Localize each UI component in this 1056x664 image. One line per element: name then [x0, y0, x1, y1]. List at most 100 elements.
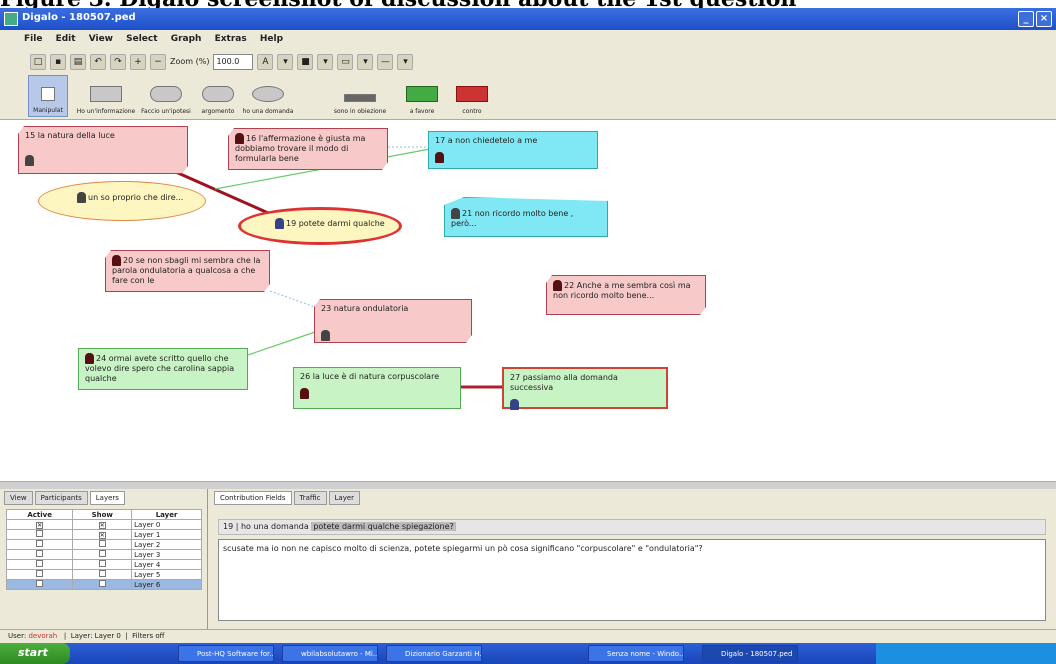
user-icon	[510, 399, 519, 410]
start-button[interactable]: start	[0, 643, 70, 664]
node-16[interactable]: 16 l'affermazione è giusta ma dobbiamo t…	[228, 128, 388, 170]
color-icon[interactable]: ■	[297, 53, 314, 70]
contribution-panel: Contribution Fields Traffic Layer 19 | h…	[208, 489, 1056, 629]
column-header: Show	[72, 509, 133, 520]
dropdown-icon[interactable]: ▾	[277, 53, 294, 70]
active-checkbox[interactable]	[36, 530, 44, 537]
menu-edit[interactable]: Edit	[56, 34, 76, 44]
table-row[interactable]: Layer 2	[5, 539, 202, 550]
tab-view[interactable]: View	[4, 491, 33, 505]
menu-view[interactable]: View	[89, 34, 113, 44]
tab-traffic[interactable]: Traffic	[293, 491, 327, 505]
node-24[interactable]: 24 ormai avete scritto quello che volevo…	[78, 348, 248, 390]
table-row[interactable]: ✕ ✕ Layer 0	[5, 519, 202, 530]
contribution-title-field[interactable]: 19 | ho una domanda potete darmi qualche…	[218, 519, 1046, 535]
tool-oppose-arrow[interactable]: contro	[452, 75, 492, 117]
contribution-body-field[interactable]: scusate ma io non ne capisco molto di sc…	[218, 539, 1046, 621]
tool-argument[interactable]: argomento	[196, 75, 240, 117]
contribution-id: 19 | ho una domanda	[223, 522, 309, 531]
show-checkbox[interactable]: ✕	[98, 521, 106, 529]
node-17[interactable]: 17 a non chiedetelo a me	[428, 131, 598, 169]
user-icon	[300, 388, 309, 399]
graph-canvas[interactable]: 15 la natura della luce 16 l'affermazion…	[0, 121, 1056, 481]
status-user-name: devorah	[28, 632, 58, 640]
node-26[interactable]: 26 la luce è di natura corpuscolare	[293, 367, 461, 409]
taskbar-item[interactable]: Digalo - 180507.ped	[702, 645, 798, 662]
dropdown-icon[interactable]: ▾	[397, 53, 414, 70]
tool-objection[interactable]: sono in obiezione	[332, 75, 388, 117]
active-checkbox[interactable]	[36, 570, 44, 577]
active-checkbox[interactable]	[36, 560, 44, 567]
app-icon	[4, 12, 18, 26]
show-checkbox[interactable]	[98, 540, 106, 547]
taskbar-item[interactable]: Post-HQ Software for...	[178, 645, 274, 662]
new-icon[interactable]: □	[30, 53, 46, 70]
tool-hypothesis[interactable]: Faccio un'ipotesi	[140, 75, 192, 117]
menu-extras[interactable]: Extras	[215, 34, 247, 44]
zoom-in-icon[interactable]: +	[130, 53, 146, 70]
undo-icon[interactable]: ↶	[90, 53, 106, 70]
table-row[interactable]: Layer 4	[5, 559, 202, 570]
active-checkbox[interactable]	[36, 580, 44, 587]
menu-help[interactable]: Help	[260, 34, 283, 44]
redo-icon[interactable]: ↷	[110, 53, 126, 70]
dropdown-icon[interactable]: ▾	[357, 53, 374, 70]
active-checkbox[interactable]: ✕	[36, 521, 44, 529]
taskbar-item[interactable]: wbilabsolutawro - Mi...	[282, 645, 378, 662]
neutral-link	[269, 290, 316, 308]
node-21[interactable]: 21 non ricordo molto bene , però...	[444, 197, 608, 237]
tool-information[interactable]: Ho un'informazione	[74, 75, 138, 117]
objection-shape-icon	[344, 94, 376, 102]
menu-file[interactable]: File	[24, 34, 42, 44]
tool-question[interactable]: ho una domanda	[242, 75, 294, 117]
font-icon[interactable]: A	[257, 53, 274, 70]
tab-participants[interactable]: Participants	[34, 491, 88, 505]
menu-graph[interactable]: Graph	[171, 34, 202, 44]
toolbar: □ ▪ ▤ ↶ ↷ + − Zoom (%) 100.0 A ▾ ■ ▾ ▭ ▾…	[0, 48, 1056, 72]
dropdown-icon[interactable]: ▾	[317, 53, 334, 70]
show-checkbox[interactable]: ✕	[98, 531, 106, 539]
active-checkbox[interactable]	[36, 540, 44, 547]
table-row[interactable]: ✕ Layer 1	[5, 529, 202, 540]
show-checkbox[interactable]	[98, 550, 106, 557]
zoom-out-icon[interactable]: −	[150, 53, 166, 70]
window-title: Digalo - 180507.ped	[22, 12, 136, 23]
close-icon[interactable]: ×	[1036, 11, 1052, 27]
tab-layer[interactable]: Layer	[328, 491, 361, 505]
tab-contribution-fields[interactable]: Contribution Fields	[214, 491, 292, 505]
table-row[interactable]: Layer 6	[5, 579, 202, 590]
line-style-icon[interactable]: —	[377, 53, 394, 70]
status-filters: Filters off	[132, 632, 165, 640]
node-20[interactable]: 20 se non sbagli mi sembra che la parola…	[105, 250, 270, 292]
show-checkbox[interactable]	[98, 560, 106, 567]
table-row[interactable]: Layer 5	[5, 569, 202, 580]
show-checkbox[interactable]	[98, 570, 106, 577]
tab-layers[interactable]: Layers	[89, 491, 125, 505]
user-icon	[451, 208, 460, 219]
border-icon[interactable]: ▭	[337, 53, 354, 70]
taskbar-item[interactable]: Dizionario Garzanti H...	[386, 645, 482, 662]
horizontal-scrollbar[interactable]	[0, 481, 1056, 489]
print-icon[interactable]: ▤	[70, 53, 86, 70]
zoom-input[interactable]: 100.0	[213, 53, 254, 70]
user-icon	[77, 192, 86, 203]
node-18[interactable]: un so proprio che dire...	[38, 181, 206, 221]
column-header: Layer	[131, 509, 202, 520]
tool-support-arrow[interactable]: a favore	[402, 75, 442, 117]
user-icon	[25, 155, 34, 166]
table-row[interactable]: Layer 3	[5, 549, 202, 560]
node-27[interactable]: 27 passiamo alla domanda successiva	[502, 367, 668, 410]
user-icon	[112, 255, 121, 266]
node-19[interactable]: 19 potete darmi qualche	[238, 207, 402, 245]
node-15[interactable]: 15 la natura della luce	[18, 126, 188, 174]
show-checkbox[interactable]	[98, 580, 106, 587]
oval-shape-icon	[252, 86, 284, 102]
node-22[interactable]: 22 Anche a me sembra così ma non ricordo…	[546, 275, 706, 315]
node-23[interactable]: 23 natura ondulatoria	[314, 299, 472, 343]
taskbar-item[interactable]: Senza nome - Windo...	[588, 645, 684, 662]
save-icon[interactable]: ▪	[50, 53, 66, 70]
active-checkbox[interactable]	[36, 550, 44, 557]
minimize-icon[interactable]: _	[1018, 11, 1034, 27]
tool-manipulate[interactable]: Manipulat	[28, 75, 68, 117]
menu-select[interactable]: Select	[126, 34, 157, 44]
